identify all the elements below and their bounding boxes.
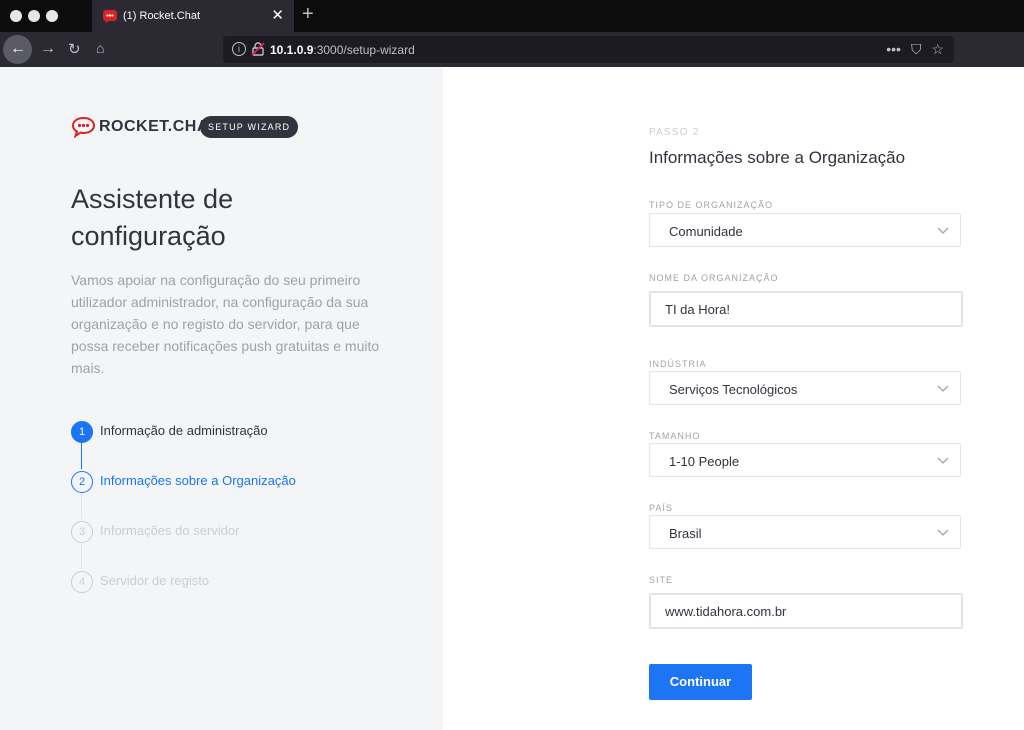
form-title: Informações sobre a Organização xyxy=(649,148,906,167)
step-label: Informações do servidor xyxy=(100,523,240,538)
tab-close-icon[interactable]: ✕ xyxy=(271,6,284,24)
wizard-intro-panel: ROCKET.CHAT SETUP WIZARD Assistente de c… xyxy=(0,67,443,730)
industry-select[interactable]: Serviços Tecnológicos xyxy=(649,371,961,405)
chevron-down-icon xyxy=(937,529,949,536)
org-name-value: TI da Hora! xyxy=(665,302,731,317)
tab-title: (1) Rocket.Chat xyxy=(123,10,201,22)
insecure-lock-icon[interactable] xyxy=(251,42,265,56)
step-server-info: 3 Informações do servidor xyxy=(71,519,391,543)
back-arrow-icon: ← xyxy=(10,40,26,57)
step-admin-info[interactable]: 1 Informação de administração xyxy=(71,419,391,443)
maximize-window-icon[interactable] xyxy=(46,10,58,22)
size-label: TAMANHO xyxy=(649,431,701,441)
country-label: PAÍS xyxy=(649,503,673,513)
step-label: Servidor de registo xyxy=(100,573,210,588)
org-name-label: NOME DA ORGANIZAÇÃO xyxy=(649,273,779,283)
url-actions: ••• ⛉ ☆ xyxy=(876,41,944,58)
continue-button[interactable]: Continuar xyxy=(649,664,752,700)
country-value: Brasil xyxy=(669,526,702,541)
step-connector xyxy=(81,443,82,469)
step-number: 4 xyxy=(71,571,93,593)
home-icon[interactable]: ⌂ xyxy=(96,40,104,56)
page-description: Vamos apoiar na configuração do seu prim… xyxy=(71,272,380,376)
org-type-select[interactable]: Comunidade xyxy=(649,213,961,247)
industry-value: Serviços Tecnológicos xyxy=(669,382,798,397)
industry-label: INDÚSTRIA xyxy=(649,359,707,369)
step-number: 1 xyxy=(71,421,93,443)
org-type-value: Comunidade xyxy=(669,224,743,239)
site-value: www.tidahora.com.br xyxy=(665,604,787,619)
rocketchat-logo-icon xyxy=(72,116,95,139)
step-indicator: PASSO 2 xyxy=(649,127,700,138)
size-select[interactable]: 1-10 People xyxy=(649,443,961,477)
browser-toolbar: ← → ↻ ⌂ i 10.1.0.9:3000/setup-wizard •••… xyxy=(0,32,1024,67)
page-title: Assistente de configuração xyxy=(71,184,234,251)
rocketchat-favicon-icon xyxy=(103,10,117,23)
browser-tab-bar: (1) Rocket.Chat ✕ + xyxy=(0,0,1024,32)
chevron-down-icon xyxy=(937,385,949,392)
close-window-icon[interactable] xyxy=(10,10,22,22)
chevron-down-icon xyxy=(937,227,949,234)
url-path: :3000/setup-wizard xyxy=(313,43,415,57)
url-host: 10.1.0.9 xyxy=(270,43,314,57)
country-select[interactable]: Brasil xyxy=(649,515,961,549)
minimize-window-icon[interactable] xyxy=(28,10,40,22)
org-name-input[interactable]: TI da Hora! xyxy=(649,291,963,327)
url-text: 10.1.0.9:3000/setup-wizard xyxy=(270,43,415,57)
forward-arrow-icon[interactable]: → xyxy=(40,40,56,58)
pocket-icon[interactable]: ⛉ xyxy=(911,41,922,57)
organization-form-panel: PASSO 2 Informações sobre a Organização … xyxy=(443,67,1024,730)
step-number: 2 xyxy=(71,471,93,493)
address-bar[interactable]: i 10.1.0.9:3000/setup-wizard ••• ⛉ ☆ xyxy=(223,36,954,63)
step-organization-info[interactable]: 2 Informações sobre a Organização xyxy=(71,469,391,493)
step-label: Informações sobre a Organização xyxy=(100,473,296,488)
browser-tab[interactable]: (1) Rocket.Chat ✕ xyxy=(92,0,294,32)
org-type-label: TIPO DE ORGANIZAÇÃO xyxy=(649,200,774,210)
site-label: SITE xyxy=(649,575,674,585)
step-connector xyxy=(81,543,82,569)
step-label: Informação de administração xyxy=(100,423,268,438)
site-info-icon[interactable]: i xyxy=(232,42,246,56)
step-number: 3 xyxy=(71,521,93,543)
new-tab-icon[interactable]: + xyxy=(302,3,314,26)
size-value: 1-10 People xyxy=(669,454,740,469)
step-connector xyxy=(81,493,82,519)
bookmark-star-icon[interactable]: ☆ xyxy=(931,41,944,57)
page-actions-menu-icon[interactable]: ••• xyxy=(886,41,901,57)
reload-icon[interactable]: ↻ xyxy=(68,40,81,58)
setup-wizard-badge: SETUP WIZARD xyxy=(200,116,299,138)
step-register-server: 4 Servidor de registo xyxy=(71,569,391,593)
site-input[interactable]: www.tidahora.com.br xyxy=(649,593,963,629)
chevron-down-icon xyxy=(937,457,949,464)
